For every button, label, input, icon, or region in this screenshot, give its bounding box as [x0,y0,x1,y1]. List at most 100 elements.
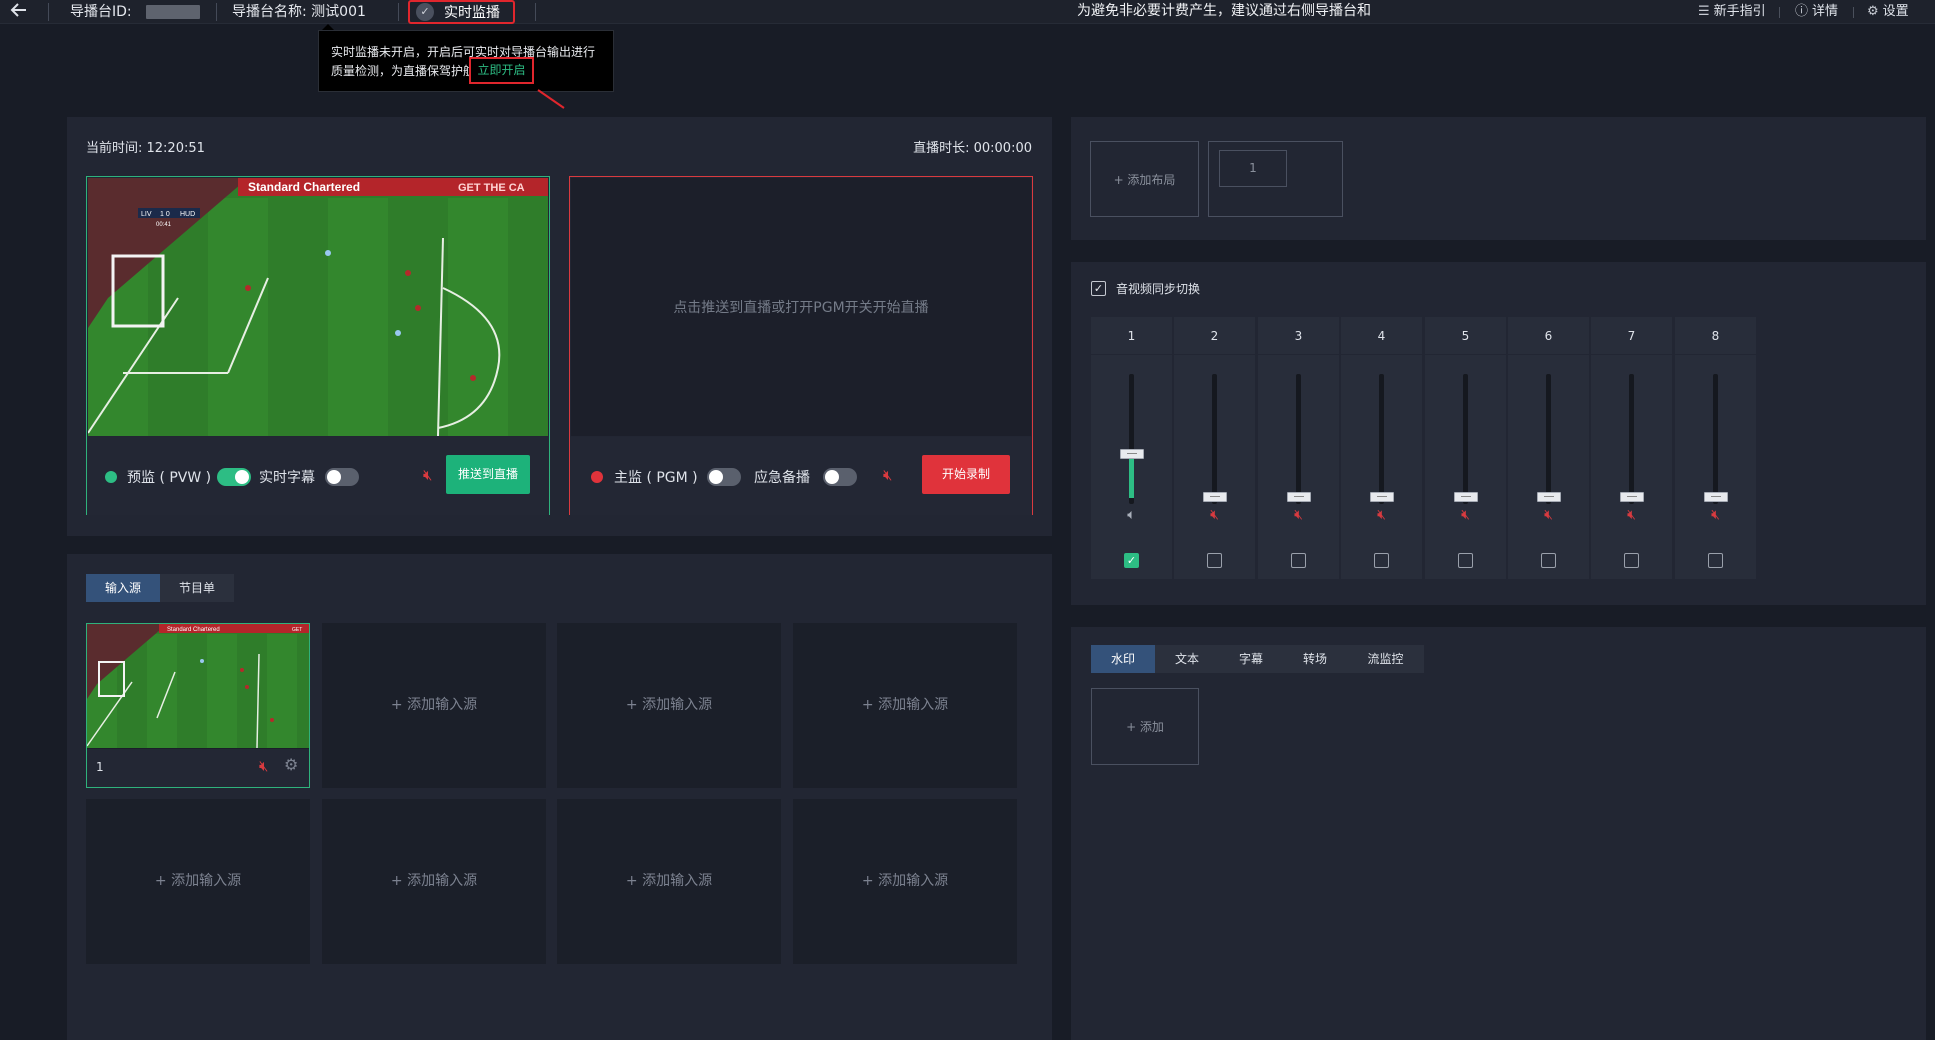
channel-select-checkbox[interactable] [1207,553,1222,568]
live-monitor-label: 实时监播 [444,5,500,21]
volume-slider-thumb[interactable] [1370,492,1394,502]
volume-level-fill [1129,454,1134,498]
channel-select-checkbox[interactable] [1708,553,1723,568]
add-source-tile[interactable]: + 添加输入源 [557,799,781,964]
layout-item-1[interactable]: 1 [1208,141,1343,217]
studio-id-label: 导播台ID: [70,4,132,20]
program-status-dot [591,471,603,483]
volume-slider-track[interactable] [1379,374,1384,504]
live-duration: 直播时长: 00:00:00 [913,141,1032,156]
volume-slider-track[interactable] [1212,374,1217,504]
volume-slider-thumb[interactable] [1537,492,1561,502]
muted-speaker-icon[interactable]: 🔇︎ [1591,507,1672,523]
mute-icon[interactable]: 🔇︎ [259,756,268,776]
add-source-tile[interactable]: + 添加输入源 [557,623,781,788]
info-icon: ⓘ [1795,4,1809,19]
audio-channel: 4 🔇︎ [1341,317,1422,579]
audio-channel: 7 🔇︎ [1591,317,1672,579]
add-source-tile[interactable]: + 添加输入源 [322,623,546,788]
divider [1853,7,1854,18]
tab-input-sources[interactable]: 输入源 [86,574,160,602]
live-subtitle-toggle[interactable] [325,468,359,486]
ad-board-text-2: GET THE CA [458,182,525,194]
mute-icon[interactable]: 🔇︎ [883,466,892,484]
audio-channel: 3 🔇︎ [1258,317,1339,579]
muted-speaker-icon[interactable]: 🔇︎ [1258,507,1339,523]
studio-name-label: 导播台名称: 测试001 [232,4,366,20]
muted-speaker-icon[interactable]: 🔇︎ [1425,507,1506,523]
muted-speaker-icon[interactable]: 🔇︎ [1174,507,1255,523]
settings-link[interactable]: ⚙ 设置 [1867,0,1909,24]
push-to-live-button[interactable]: 推送到直播 [446,455,530,494]
volume-slider-track[interactable] [1463,374,1468,504]
preview-video: Standard Chartered GET THE CA LIV 1 0 HU… [88,178,548,436]
score-home: LIV [141,211,152,218]
volume-slider-thumb[interactable] [1620,492,1644,502]
channel-select-checkbox[interactable] [1624,553,1639,568]
add-watermark-button[interactable]: + 添加 [1091,688,1199,765]
program-placeholder: 点击推送到直播或打开PGM开关开始直播 [673,300,929,316]
channel-select-checkbox[interactable] [1458,553,1473,568]
muted-speaker-icon[interactable]: 🔇︎ [1341,507,1422,523]
speaker-icon[interactable]: 🔈︎ [1091,507,1172,523]
pointer-arrow-icon [537,89,565,109]
back-arrow-icon[interactable] [8,1,30,23]
add-source-tile[interactable]: + 添加输入源 [86,799,310,964]
check-circle-icon: ✓ [416,3,434,21]
channel-select-checkbox[interactable] [1374,553,1389,568]
monitor-tooltip: 实时监播未开启，开启后可实时对导播台输出进行 质量检测，为直播保驾护航 [318,30,614,92]
volume-slider-track[interactable] [1296,374,1301,504]
audio-channel-number: 5 [1425,317,1506,355]
details-link[interactable]: ⓘ 详情 [1795,0,1838,24]
av-sync-checkbox[interactable]: ✓ [1091,281,1106,296]
tab-stream-monitor[interactable]: 流监控 [1347,645,1424,673]
tab-watermark[interactable]: 水印 [1091,645,1155,673]
source-tile-1[interactable]: Standard Chartered GET 1 🔇︎ ⚙ [86,623,310,788]
volume-slider-track[interactable] [1629,374,1634,504]
add-source-tile[interactable]: + 添加输入源 [793,623,1017,788]
add-layout-button[interactable]: + 添加布局 [1090,141,1199,217]
guide-link[interactable]: ☰ 新手指引 [1698,0,1766,24]
tab-subtitle[interactable]: 字幕 [1219,645,1283,673]
muted-speaker-icon[interactable]: 🔇︎ [1675,507,1756,523]
program-monitor[interactable]: 点击推送到直播或打开PGM开关开始直播 主监 ( PGM ) 应急备播 🔇︎ 开… [569,176,1033,515]
channel-select-checkbox[interactable] [1541,553,1556,568]
preview-toggle[interactable] [217,468,251,486]
gear-icon: ⚙ [1867,4,1879,19]
volume-slider-track[interactable] [1713,374,1718,504]
backup-toggle[interactable] [823,468,857,486]
layout-item-1-label: 1 [1219,150,1287,187]
live-monitor-button[interactable]: ✓ 实时监播 [408,0,515,24]
tab-transition[interactable]: 转场 [1283,645,1347,673]
mute-icon[interactable]: 🔇︎ [423,466,432,484]
volume-slider-thumb[interactable] [1203,492,1227,502]
gear-icon[interactable]: ⚙ [284,755,298,775]
volume-slider-thumb[interactable] [1120,448,1144,459]
enable-now-link[interactable]: 立即开启 [469,57,534,84]
score-value: 1 0 [160,211,170,218]
effects-panel [1071,627,1926,1040]
add-source-tile[interactable]: + 添加输入源 [793,799,1017,964]
audio-channel-number: 8 [1675,317,1756,355]
volume-slider-thumb[interactable] [1454,492,1478,502]
details-label: 详情 [1812,4,1839,19]
preview-monitor[interactable]: Standard Chartered GET THE CA LIV 1 0 HU… [86,176,550,515]
top-bar: 导播台ID: 导播台名称: 测试001 ✓ 实时监播 为避免非必要计费产生，建议… [0,0,1935,24]
billing-notice: 为避免非必要计费产生，建议通过右侧导播台和 [1077,3,1371,19]
add-source-tile[interactable]: + 添加输入源 [322,799,546,964]
volume-slider-thumb[interactable] [1287,492,1311,502]
tab-playlist[interactable]: 节目单 [160,574,234,602]
ad-board-text: Standard Chartered [248,180,360,194]
audio-channel: 6 🔇︎ [1508,317,1589,579]
tab-text[interactable]: 文本 [1155,645,1219,673]
settings-label: 设置 [1882,4,1909,19]
start-recording-button[interactable]: 开始录制 [922,455,1010,494]
volume-slider-thumb[interactable] [1704,492,1728,502]
muted-speaker-icon[interactable]: 🔇︎ [1508,507,1589,523]
program-toggle[interactable] [707,468,741,486]
channel-select-checkbox[interactable]: ✓ [1124,553,1139,568]
channel-select-checkbox[interactable] [1291,553,1306,568]
audio-channel-number: 6 [1508,317,1589,355]
audio-channel: 8 🔇︎ [1675,317,1756,579]
volume-slider-track[interactable] [1546,374,1551,504]
